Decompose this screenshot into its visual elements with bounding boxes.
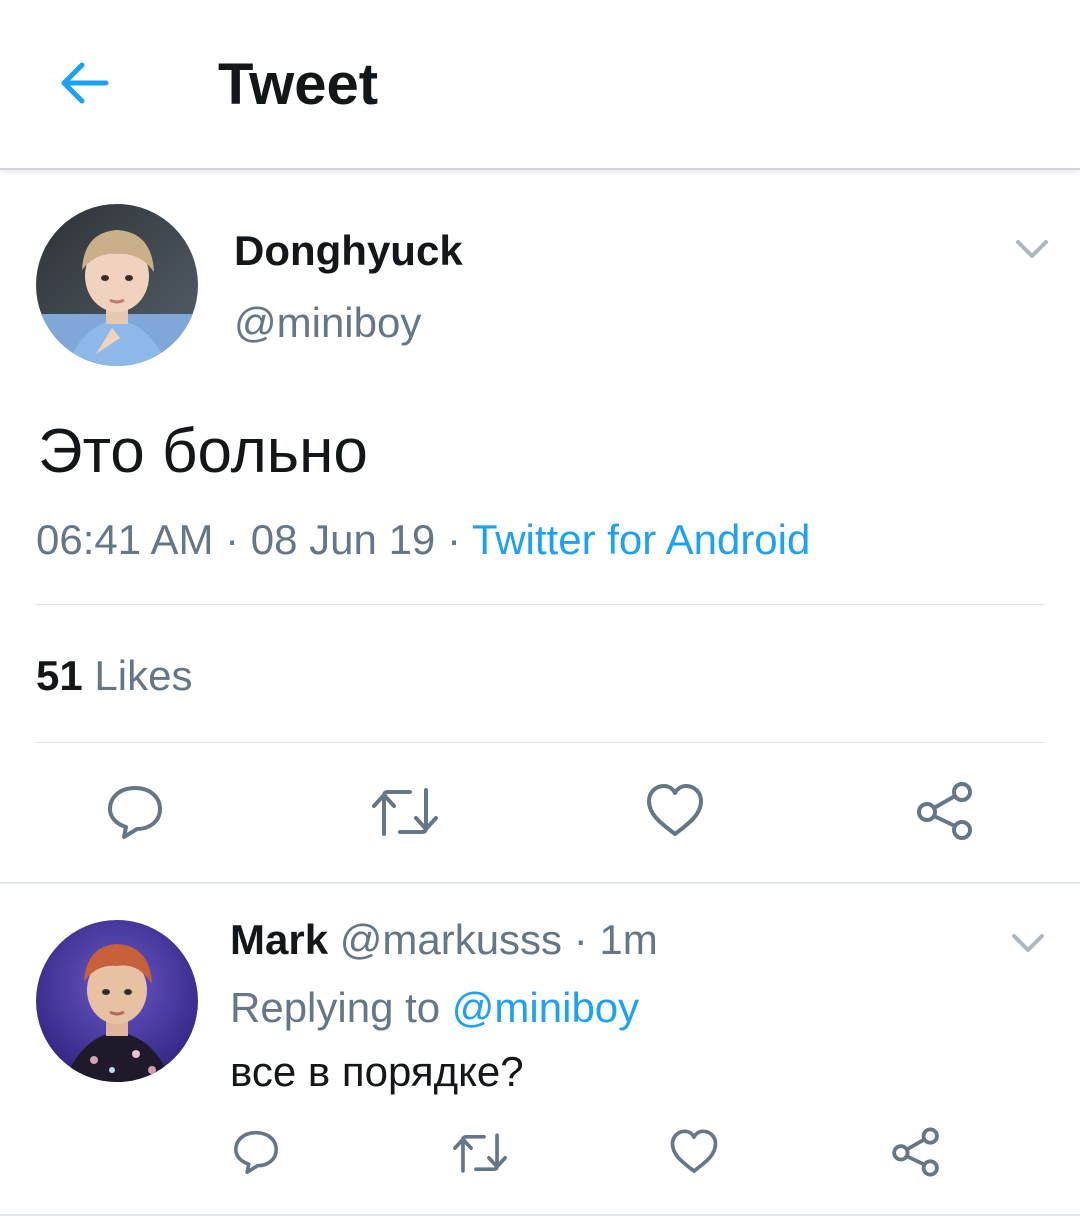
retweet-button[interactable]: [448, 1128, 512, 1178]
likes-count: 51: [36, 652, 83, 699]
reply-author-handle[interactable]: @markusss: [340, 916, 562, 963]
replying-to-line: Replying to @miniboy: [230, 982, 639, 1034]
retweet-icon: [372, 788, 438, 836]
reply-icon: [108, 786, 162, 839]
reply-menu-button[interactable]: [1008, 926, 1048, 962]
chevron-down-icon: [1012, 934, 1044, 952]
top-app-bar: Tweet: [0, 0, 1080, 170]
profile-photo-image: [36, 920, 198, 1082]
divider: [36, 742, 1044, 743]
meta-separator: ·: [213, 516, 251, 563]
author-name[interactable]: Donghyuck: [234, 226, 463, 276]
reply-header: Mark @markusss · 1m: [230, 914, 658, 966]
mention-link[interactable]: @miniboy: [452, 984, 639, 1031]
tweet-time: 06:41 AM: [36, 516, 214, 563]
share-icon: [917, 782, 972, 840]
back-button[interactable]: [56, 55, 112, 111]
meta-separator: ·: [562, 916, 600, 963]
author-handle[interactable]: @miniboy: [234, 298, 421, 348]
like-button[interactable]: [642, 780, 708, 842]
tweet-date: 08 Jun 19: [250, 516, 436, 563]
divider: [36, 604, 1044, 605]
heart-icon: [647, 784, 703, 836]
profile-photo-image: [36, 204, 198, 366]
reply-text: все в порядке?: [230, 1048, 524, 1095]
share-icon: [892, 1127, 939, 1177]
tweet-text: Это больно: [38, 417, 368, 486]
share-button[interactable]: [888, 1124, 944, 1180]
tweet-source-link[interactable]: Twitter for Android: [472, 516, 810, 563]
reply-time: 1m: [599, 916, 658, 963]
arrow-left-icon: [61, 62, 109, 104]
reply-button[interactable]: [228, 1126, 284, 1178]
share-button[interactable]: [912, 778, 978, 844]
meta-separator: ·: [435, 516, 472, 563]
reply-author-name[interactable]: Mark: [230, 916, 328, 963]
reply-button[interactable]: [100, 780, 170, 844]
chevron-down-icon: [1016, 240, 1048, 258]
avatar[interactable]: [36, 204, 198, 366]
page-title: Tweet: [218, 52, 379, 117]
tweet-meta: 06:41 AM · 08 Jun 19 · Twitter for Andro…: [36, 514, 810, 566]
replying-label: Replying to: [230, 984, 441, 1031]
likes-stat[interactable]: 51 Likes: [36, 650, 192, 702]
retweet-icon: [453, 1133, 507, 1173]
reply-icon: [234, 1130, 278, 1174]
likes-label: Likes: [94, 652, 193, 699]
heart-icon: [670, 1129, 718, 1173]
tweet-menu-button[interactable]: [1012, 232, 1052, 268]
avatar[interactable]: [36, 920, 198, 1082]
like-button[interactable]: [666, 1126, 722, 1178]
retweet-button[interactable]: [366, 782, 444, 842]
section-separator: [0, 882, 1080, 884]
section-separator: [0, 1214, 1080, 1216]
